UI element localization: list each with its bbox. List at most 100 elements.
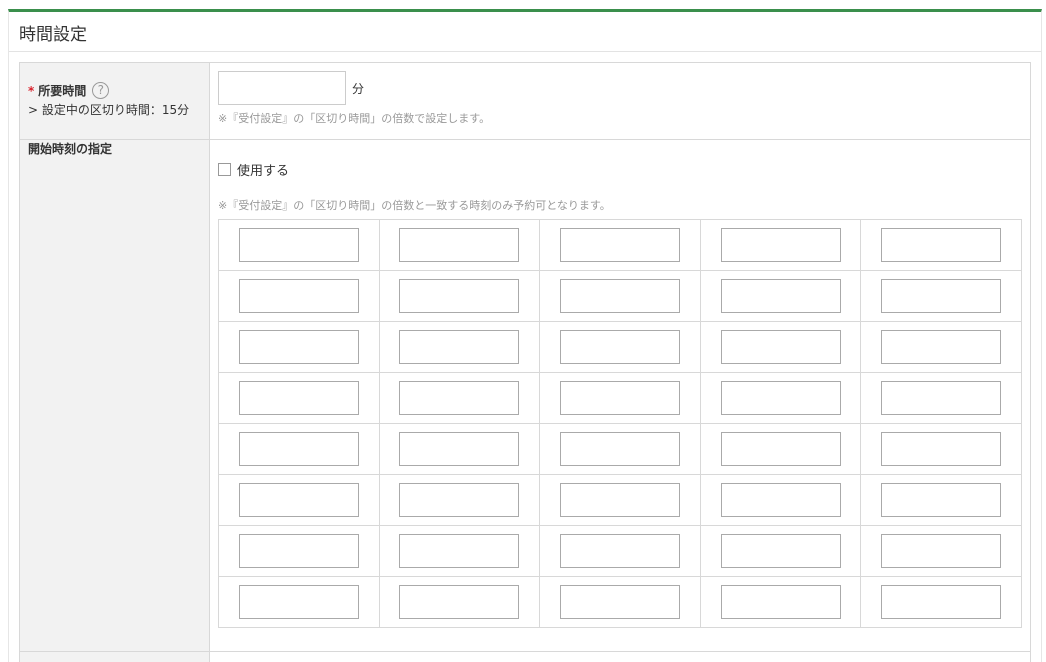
start-time-input[interactable]	[881, 585, 1002, 619]
start-time-input[interactable]	[399, 483, 520, 517]
start-time-input[interactable]	[399, 585, 520, 619]
time-grid-cell	[539, 270, 701, 322]
duration-input[interactable]	[218, 71, 346, 105]
time-grid-cell	[378, 270, 541, 322]
start-time-input[interactable]	[559, 534, 680, 568]
time-grid-cell	[378, 321, 541, 373]
start-time-input[interactable]	[238, 228, 359, 262]
start-time-input[interactable]	[399, 279, 520, 313]
start-time-input[interactable]	[720, 585, 841, 619]
start-time-input[interactable]	[559, 381, 680, 415]
start-time-input[interactable]	[238, 279, 359, 313]
start-time-input[interactable]	[399, 381, 520, 415]
time-grid-cell	[378, 372, 541, 424]
next-row	[19, 651, 1031, 662]
panel-title: 時間設定	[9, 12, 1041, 52]
start-time-input[interactable]	[238, 534, 359, 568]
start-time-input[interactable]	[881, 330, 1002, 364]
duration-unit: 分	[352, 81, 365, 96]
time-grid-cell	[860, 423, 1022, 475]
required-mark: *	[28, 83, 35, 98]
time-grid-cell	[539, 372, 701, 424]
time-grid-cell	[218, 372, 380, 424]
start-time-input[interactable]	[881, 228, 1002, 262]
start-time-input[interactable]	[559, 330, 680, 364]
time-grid-cell	[860, 474, 1022, 526]
start-time-input[interactable]	[559, 432, 680, 466]
start-times-row: 開始時刻の指定 使用する ※『受付設定』の「区切り時間」の倍数と一致する時刻のみ…	[19, 139, 1031, 652]
time-grid-cell	[218, 321, 380, 373]
next-row-label	[19, 651, 210, 662]
duration-note: ※『受付設定』の「区切り時間」の倍数で設定します。	[218, 112, 491, 125]
time-grid-cell	[218, 525, 380, 577]
start-time-input[interactable]	[399, 534, 520, 568]
start-time-input[interactable]	[399, 330, 520, 364]
start-time-input[interactable]	[238, 432, 359, 466]
start-times-grid	[218, 219, 1022, 628]
start-time-input[interactable]	[399, 228, 520, 262]
time-grid-cell	[218, 474, 380, 526]
duration-label-cell: * 所要時間 ? > 設定中の区切り時間：15分	[19, 62, 210, 140]
start-time-input[interactable]	[720, 279, 841, 313]
start-time-input[interactable]	[238, 330, 359, 364]
time-grid-row	[218, 474, 1022, 526]
start-time-input[interactable]	[720, 432, 841, 466]
start-time-input[interactable]	[559, 228, 680, 262]
time-grid-cell	[218, 270, 380, 322]
start-time-input[interactable]	[399, 432, 520, 466]
start-time-input[interactable]	[881, 279, 1002, 313]
time-grid-cell	[860, 270, 1022, 322]
time-grid-row	[218, 321, 1022, 373]
start-times-cell: 使用する ※『受付設定』の「区切り時間」の倍数と一致する時刻のみ予約可となります…	[209, 139, 1031, 652]
start-time-input[interactable]	[881, 432, 1002, 466]
time-grid-row	[218, 525, 1022, 577]
time-grid-cell	[699, 525, 862, 577]
time-grid-cell	[699, 270, 862, 322]
start-time-input[interactable]	[238, 381, 359, 415]
help-icon[interactable]: ?	[92, 82, 110, 99]
duration-row: * 所要時間 ? > 設定中の区切り時間：15分 分 ※『受付設定』の「区切り時…	[19, 62, 1031, 140]
time-grid-cell	[378, 474, 541, 526]
time-grid-cell	[218, 423, 380, 475]
time-grid-cell	[378, 576, 541, 628]
duration-value-cell: 分 ※『受付設定』の「区切り時間」の倍数で設定します。	[209, 62, 1031, 140]
start-time-input[interactable]	[238, 483, 359, 517]
time-grid-row	[218, 219, 1022, 271]
start-times-label: 開始時刻の指定	[19, 139, 210, 652]
use-checkbox[interactable]	[218, 163, 231, 176]
time-grid-cell	[699, 372, 862, 424]
start-time-input[interactable]	[881, 483, 1002, 517]
time-grid-cell	[378, 219, 541, 271]
time-grid-cell	[699, 576, 862, 628]
time-grid-cell	[699, 423, 862, 475]
use-label[interactable]: 使用する	[237, 160, 289, 179]
start-time-input[interactable]	[238, 585, 359, 619]
time-grid-cell	[378, 525, 541, 577]
time-grid-cell	[860, 321, 1022, 373]
time-grid-row	[218, 270, 1022, 322]
duration-label: 所要時間	[38, 84, 87, 98]
start-time-input[interactable]	[720, 534, 841, 568]
time-grid-cell	[699, 219, 862, 271]
time-grid-row	[218, 372, 1022, 424]
time-grid-cell	[539, 219, 701, 271]
next-row-cell	[209, 651, 1031, 662]
time-settings-panel: 時間設定 * 所要時間 ? > 設定中の区切り時間：15分 分 ※『受付設定』の…	[8, 9, 1042, 662]
time-grid-cell	[860, 219, 1022, 271]
start-time-input[interactable]	[559, 483, 680, 517]
time-grid-cell	[539, 423, 701, 475]
time-grid-cell	[378, 423, 541, 475]
time-settings-form: * 所要時間 ? > 設定中の区切り時間：15分 分 ※『受付設定』の「区切り時…	[19, 62, 1031, 662]
time-grid-cell	[699, 321, 862, 373]
start-time-input[interactable]	[881, 534, 1002, 568]
time-grid-cell	[218, 219, 380, 271]
start-time-input[interactable]	[720, 330, 841, 364]
start-time-input[interactable]	[559, 585, 680, 619]
time-grid-cell	[860, 525, 1022, 577]
interval-note: > 設定中の区切り時間：15分	[28, 103, 190, 117]
start-time-input[interactable]	[720, 228, 841, 262]
start-time-input[interactable]	[720, 483, 841, 517]
start-time-input[interactable]	[559, 279, 680, 313]
start-time-input[interactable]	[881, 381, 1002, 415]
start-time-input[interactable]	[720, 381, 841, 415]
